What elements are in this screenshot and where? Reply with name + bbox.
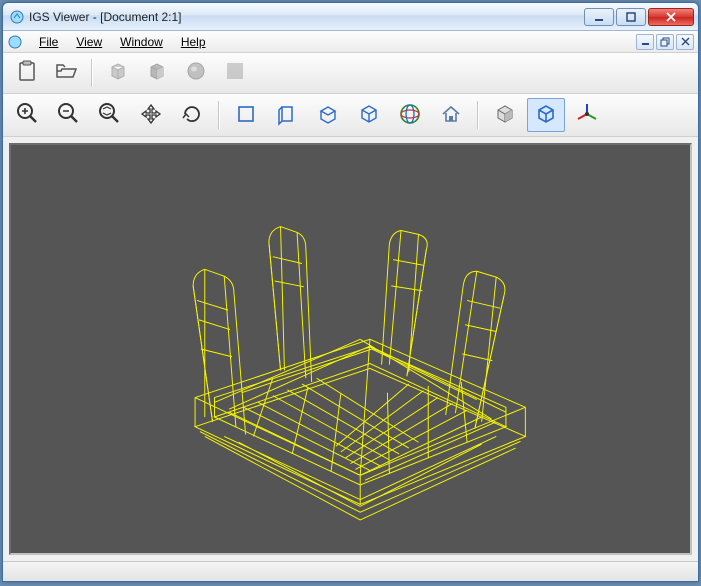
- view-front-icon: [233, 101, 259, 130]
- view-iso-icon: [356, 101, 382, 130]
- view-iso-button[interactable]: [350, 98, 388, 132]
- render-solid-icon: [492, 101, 518, 130]
- sphere-icon: [184, 59, 208, 86]
- minimize-button[interactable]: [584, 8, 614, 26]
- home-icon: [438, 101, 464, 130]
- mdi-controls: [636, 34, 694, 50]
- close-button[interactable]: [648, 8, 694, 26]
- menu-file[interactable]: File: [31, 33, 66, 51]
- document-icon: [7, 34, 23, 50]
- shade-box-button[interactable]: [139, 57, 175, 87]
- app-icon: [9, 9, 25, 25]
- zoom-fit-icon: [97, 101, 123, 130]
- window-controls: [582, 8, 694, 26]
- menu-help[interactable]: Help: [173, 33, 214, 51]
- rotate-button[interactable]: [173, 98, 211, 132]
- wireframe-model: [11, 145, 690, 553]
- separator: [477, 101, 479, 129]
- toolbar-view: [3, 94, 698, 137]
- pan-button[interactable]: [132, 98, 170, 132]
- cube-shaded-icon: [145, 59, 169, 86]
- pan-icon: [138, 101, 164, 130]
- menubar: File View Window Help: [3, 31, 698, 53]
- cube-flat-icon: [106, 59, 130, 86]
- zoom-in-icon: [15, 101, 41, 130]
- zoom-out-button[interactable]: [50, 98, 88, 132]
- axes-button[interactable]: [568, 98, 606, 132]
- menu-view[interactable]: View: [68, 33, 110, 51]
- toolbar-primary: [3, 53, 698, 94]
- shade-blank-button[interactable]: [217, 57, 253, 87]
- view-top-button[interactable]: [309, 98, 347, 132]
- mdi-minimize-button[interactable]: [636, 34, 654, 50]
- view-front-button[interactable]: [227, 98, 265, 132]
- home-button[interactable]: [432, 98, 470, 132]
- blank-icon: [223, 59, 247, 86]
- zoom-fit-button[interactable]: [91, 98, 129, 132]
- view-side-button[interactable]: [268, 98, 306, 132]
- menu-window[interactable]: Window: [112, 33, 171, 51]
- open-button[interactable]: [48, 57, 84, 87]
- viewport-3d[interactable]: [9, 143, 692, 555]
- titlebar: IGS Viewer - [Document 2:1]: [3, 3, 698, 31]
- render-wire-button[interactable]: [527, 98, 565, 132]
- shade-flat-button[interactable]: [100, 57, 136, 87]
- folder-open-icon: [54, 60, 78, 85]
- app-window: IGS Viewer - [Document 2:1] File View Wi…: [2, 2, 699, 582]
- mdi-restore-button[interactable]: [656, 34, 674, 50]
- render-wire-icon: [533, 101, 559, 130]
- shade-sphere-button[interactable]: [178, 57, 214, 87]
- view-side-icon: [274, 101, 300, 130]
- separator: [91, 59, 93, 87]
- globe-button[interactable]: [391, 98, 429, 132]
- axes-icon: [574, 101, 600, 130]
- clipboard-button[interactable]: [9, 57, 45, 87]
- rotate-icon: [179, 101, 205, 130]
- view-top-icon: [315, 101, 341, 130]
- clipboard-icon: [15, 59, 39, 86]
- maximize-button[interactable]: [616, 8, 646, 26]
- window-title: IGS Viewer - [Document 2:1]: [29, 10, 582, 24]
- globe-icon: [397, 101, 423, 130]
- zoom-in-button[interactable]: [9, 98, 47, 132]
- mdi-close-button[interactable]: [676, 34, 694, 50]
- separator: [218, 101, 220, 129]
- render-solid-button[interactable]: [486, 98, 524, 132]
- statusbar: [3, 561, 698, 581]
- zoom-out-icon: [56, 101, 82, 130]
